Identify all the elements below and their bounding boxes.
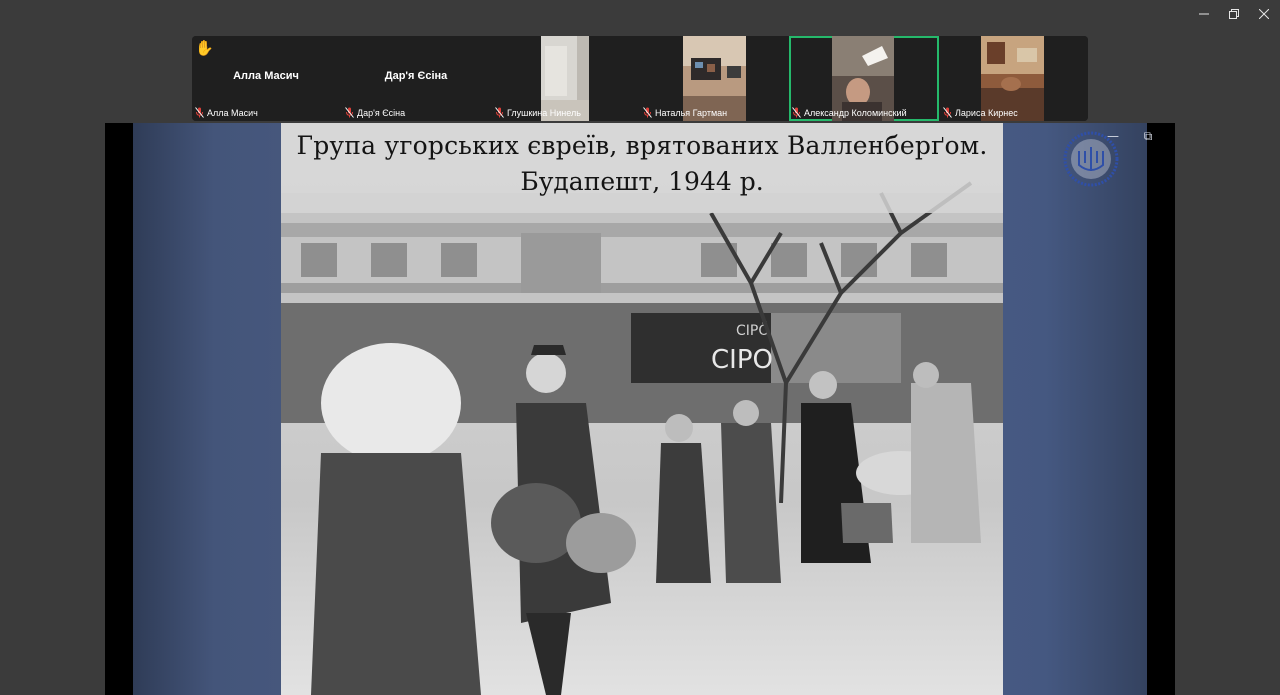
muted-mic-icon xyxy=(495,107,504,118)
participant-name: Дар'я Єсіна xyxy=(357,107,406,118)
participant-name-label: Алла Масич xyxy=(195,106,258,119)
participant-tile[interactable]: Наталья Гартман xyxy=(640,36,788,121)
muted-mic-icon xyxy=(943,107,952,118)
muted-mic-icon xyxy=(792,107,801,118)
participant-name-label: Наталья Гартман xyxy=(643,106,727,119)
presentation-slide: CIPO CIPŐ Група угорських євреїв, врятов… xyxy=(133,123,1152,695)
share-minimize-icon[interactable]: — xyxy=(1103,127,1123,145)
participant-name-label: Лариса Кирнес xyxy=(943,106,1018,119)
participant-display-name: Алла Масич xyxy=(233,70,299,82)
share-close-icon[interactable]: ✕ xyxy=(1173,127,1175,145)
muted-mic-icon xyxy=(643,107,652,118)
historical-photo: CIPO CIPŐ Група угорських євреїв, врятов… xyxy=(281,123,1003,695)
muted-mic-icon xyxy=(195,107,204,118)
participant-name: Наталья Гартман xyxy=(655,107,728,118)
participant-name: Алла Масич xyxy=(207,107,258,118)
participant-name-label: Глушкина Нинель xyxy=(495,106,581,119)
participant-name: Лариса Кирнес xyxy=(955,107,1018,118)
participant-name-label: Дар'я Єсіна xyxy=(345,106,405,119)
photo-illustration: CIPO CIPŐ xyxy=(281,123,1003,695)
participant-display-name: Дар'я Єсіна xyxy=(384,70,448,82)
restore-icon[interactable] xyxy=(1220,4,1248,24)
slide-caption-line-1: Група угорських євреїв, врятованих Валле… xyxy=(296,131,988,160)
participant-name-label: Александр Коломинский xyxy=(792,106,907,119)
muted-mic-icon xyxy=(345,107,354,118)
store-sign: CIPO xyxy=(711,345,773,375)
participant-tile[interactable]: Лариса Кирнес xyxy=(940,36,1088,121)
raise-hand-icon: ✋ xyxy=(195,39,214,57)
participant-tile[interactable]: Дар'я Єсіна Дар'я Єсіна xyxy=(342,36,490,121)
share-restore-icon[interactable]: ⧉ xyxy=(1138,127,1158,145)
participant-tile[interactable]: ✋ Алла Масич Алла Масич xyxy=(192,36,340,121)
shared-screen[interactable]: CIPO CIPŐ Група угорських євреїв, врятов… xyxy=(105,123,1175,695)
minimize-icon[interactable] xyxy=(1190,4,1218,24)
zoom-meeting-window: ✋ Алла Масич Алла Масич Дар'я Єсіна Дар'… xyxy=(0,0,1280,695)
participant-tile-active-speaker[interactable]: Александр Коломинский xyxy=(789,36,939,121)
participant-tile[interactable]: Глушкина Нинель xyxy=(492,36,640,121)
participant-strip: ✋ Алла Масич Алла Масич Дар'я Єсіна Дар'… xyxy=(192,36,1088,121)
slide-caption-line-2: Будапешт, 1944 р. xyxy=(520,167,764,196)
close-icon[interactable] xyxy=(1250,4,1278,24)
participant-name: Александр Коломинский xyxy=(804,107,907,118)
participant-name: Глушкина Нинель xyxy=(507,107,581,118)
